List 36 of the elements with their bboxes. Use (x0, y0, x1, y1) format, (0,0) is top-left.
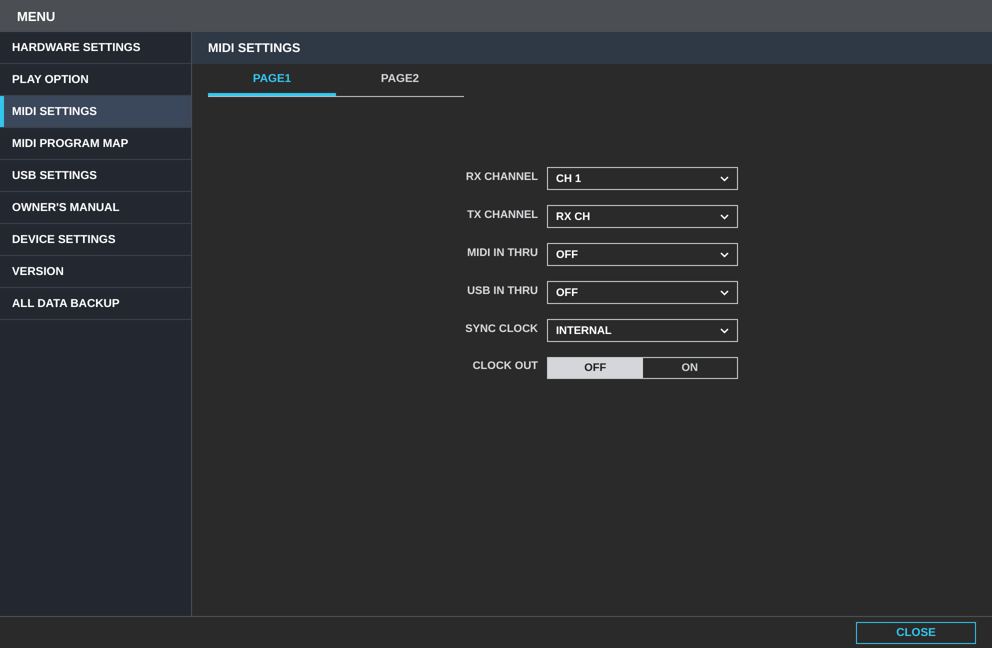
setting-label: SYNC CLOCK (464, 322, 538, 334)
chevron-down-icon (720, 328, 729, 334)
dropdown-value: INTERNAL (556, 324, 612, 336)
toggle-option[interactable]: OFF (548, 358, 642, 378)
dropdown-value: OFF (556, 286, 578, 298)
panel-title: MIDI SETTINGS (208, 41, 300, 55)
chevron-down-icon (720, 176, 729, 182)
chevron-down-icon (720, 252, 729, 258)
sidebar-item[interactable]: VERSION (0, 256, 191, 288)
chevron-down-icon (720, 214, 729, 220)
sidebar-item[interactable]: MIDI PROGRAM MAP (0, 128, 191, 160)
setting-label: USB IN THRU (466, 284, 538, 296)
sidebar-item[interactable]: MIDI SETTINGS (0, 96, 191, 128)
setting-label: CLOCK OUT (472, 360, 538, 372)
dropdown[interactable]: INTERNAL (547, 319, 738, 342)
dropdown[interactable]: CH 1 (547, 167, 738, 190)
toggle-option[interactable]: ON (642, 358, 737, 378)
sidebar-item[interactable]: USB SETTINGS (0, 160, 191, 192)
window-title: MENU (17, 8, 56, 24)
chevron-down-icon (720, 290, 729, 296)
sidebar-item[interactable]: DEVICE SETTINGS (0, 224, 191, 256)
close-button[interactable]: CLOSE (856, 622, 976, 644)
dropdown[interactable]: RX CH (547, 205, 738, 228)
dropdown-value: OFF (556, 248, 578, 260)
sidebar-item[interactable]: HARDWARE SETTINGS (0, 32, 191, 64)
setting-label: MIDI IN THRU (466, 246, 538, 258)
dropdown-value: RX CH (556, 210, 590, 222)
sidebar-item[interactable]: ALL DATA BACKUP (0, 288, 191, 320)
setting-label: TX CHANNEL (466, 208, 538, 220)
dropdown-value: CH 1 (556, 172, 582, 184)
dropdown[interactable]: OFF (547, 243, 738, 266)
setting-label: RX CHANNEL (464, 170, 538, 182)
dropdown[interactable]: OFF (547, 281, 738, 304)
tab[interactable]: PAGE2 (336, 64, 464, 96)
tab[interactable]: PAGE1 (208, 64, 336, 96)
sidebar-item[interactable]: OWNER'S MANUAL (0, 192, 191, 224)
